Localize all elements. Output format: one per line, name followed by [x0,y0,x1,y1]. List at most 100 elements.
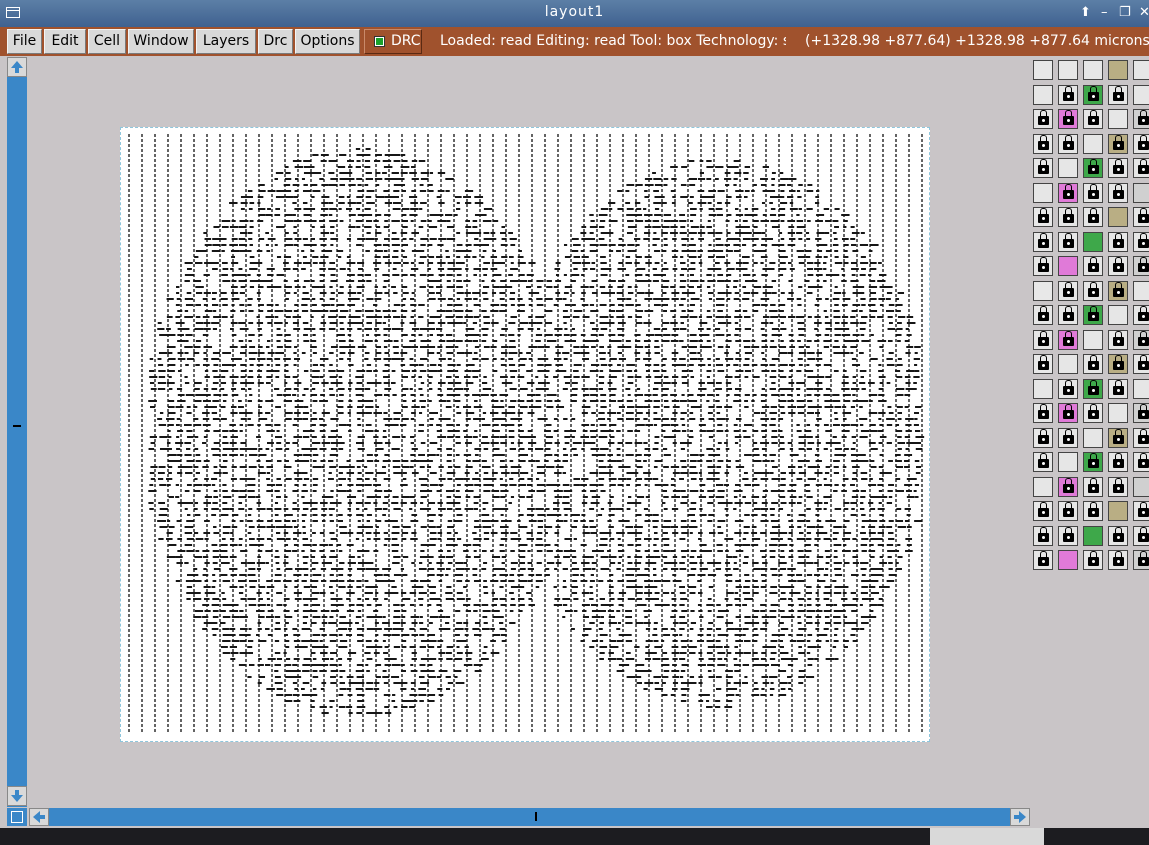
layer-swatch[interactable] [1058,550,1078,570]
layer-swatch[interactable] [1033,133,1053,154]
layer-swatch[interactable] [1083,231,1103,252]
layer-swatch[interactable] [1108,427,1128,448]
layer-swatch[interactable] [1033,501,1053,521]
layer-swatch[interactable] [1083,256,1103,276]
layer-swatch[interactable] [1033,354,1053,374]
layer-swatch[interactable] [1033,427,1053,448]
layer-swatch[interactable] [1108,133,1128,154]
layer-swatch[interactable] [1083,158,1103,178]
layer-swatch[interactable] [1033,207,1053,227]
raise-icon[interactable]: ⬆ [1080,4,1091,22]
layer-swatch[interactable] [1108,207,1128,227]
layer-swatch[interactable] [1033,378,1053,399]
layer-swatch[interactable] [1083,182,1103,203]
layer-swatch[interactable] [1133,207,1149,227]
layer-swatch[interactable] [1058,231,1078,252]
layer-swatch[interactable] [1083,427,1103,448]
layer-swatch[interactable] [1108,231,1128,252]
layer-swatch[interactable] [1133,182,1149,203]
arrow-down-icon[interactable] [7,786,27,806]
layer-swatch[interactable] [1083,84,1103,105]
layout-canvas[interactable] [29,57,1030,807]
layer-swatch[interactable] [1033,329,1053,350]
layer-swatch[interactable] [1058,525,1078,546]
menu-file[interactable]: File [7,29,42,54]
layer-swatch[interactable] [1058,501,1078,521]
layer-swatch[interactable] [1058,476,1078,497]
layer-swatch[interactable] [1133,452,1149,472]
menu-edit[interactable]: Edit [44,29,86,54]
horizontal-scrollbar[interactable] [29,808,1030,826]
layer-swatch[interactable] [1058,256,1078,276]
layer-swatch[interactable] [1058,378,1078,399]
layer-swatch[interactable] [1033,182,1053,203]
layer-swatch[interactable] [1083,133,1103,154]
layer-swatch[interactable] [1083,476,1103,497]
layer-swatch[interactable] [1033,476,1053,497]
layer-swatch[interactable] [1108,305,1128,325]
layer-swatch[interactable] [1108,329,1128,350]
layer-swatch[interactable] [1108,403,1128,423]
layer-swatch[interactable] [1083,525,1103,546]
layer-swatch[interactable] [1108,378,1128,399]
layer-swatch[interactable] [1108,354,1128,374]
taskbar-pane[interactable] [930,828,1044,845]
layer-swatch[interactable] [1058,427,1078,448]
layer-swatch[interactable] [1108,60,1128,80]
layer-swatch[interactable] [1108,109,1128,129]
layer-swatch[interactable] [1058,133,1078,154]
layer-swatch[interactable] [1058,329,1078,350]
layer-swatch[interactable] [1033,525,1053,546]
layer-swatch[interactable] [1083,329,1103,350]
layer-swatch[interactable] [1033,403,1053,423]
layer-swatch[interactable] [1133,525,1149,546]
layer-swatch[interactable] [1058,84,1078,105]
arrow-right-icon[interactable] [1010,808,1030,826]
layer-swatch[interactable] [1108,525,1128,546]
maximize-icon[interactable]: ❐ [1119,4,1131,22]
layer-swatch[interactable] [1058,354,1078,374]
minimize-icon[interactable]: – [1101,4,1108,22]
layer-swatch[interactable] [1133,84,1149,105]
layer-swatch[interactable] [1058,182,1078,203]
layer-swatch[interactable] [1108,550,1128,570]
layer-swatch[interactable] [1033,305,1053,325]
menu-cell[interactable]: Cell [88,29,126,54]
layer-swatch[interactable] [1083,403,1103,423]
layer-swatch[interactable] [1033,109,1053,129]
horizontal-scroll-thumb[interactable] [535,812,537,821]
layer-swatch[interactable] [1083,378,1103,399]
layer-swatch[interactable] [1033,550,1053,570]
layer-swatch[interactable] [1133,109,1149,129]
layer-swatch[interactable] [1133,280,1149,301]
layer-swatch[interactable] [1133,501,1149,521]
close-icon[interactable]: ✕ [1139,4,1149,22]
layer-swatch[interactable] [1033,60,1053,80]
layer-swatch[interactable] [1083,207,1103,227]
layer-swatch[interactable] [1058,207,1078,227]
layer-swatch[interactable] [1033,256,1053,276]
layer-swatch[interactable] [1108,452,1128,472]
vertical-scroll-thumb[interactable] [13,425,21,427]
vertical-scrollbar[interactable] [7,57,27,807]
layer-swatch[interactable] [1108,256,1128,276]
layer-swatch[interactable] [1108,182,1128,203]
layer-swatch[interactable] [1058,60,1078,80]
layer-swatch[interactable] [1133,550,1149,570]
menu-drc[interactable]: Drc [258,29,293,54]
layer-swatch[interactable] [1108,280,1128,301]
arrow-up-icon[interactable] [7,57,27,77]
layer-swatch[interactable] [1133,403,1149,423]
layer-swatch[interactable] [1133,329,1149,350]
layer-swatch[interactable] [1133,231,1149,252]
layer-swatch[interactable] [1083,109,1103,129]
layer-swatch[interactable] [1033,158,1053,178]
layer-swatch[interactable] [1133,378,1149,399]
layer-swatch[interactable] [1058,305,1078,325]
layer-swatch[interactable] [1083,550,1103,570]
layer-swatch[interactable] [1133,133,1149,154]
drc-checkbox[interactable] [374,36,385,47]
layer-swatch[interactable] [1058,109,1078,129]
layer-swatch[interactable] [1108,84,1128,105]
layer-swatch[interactable] [1033,84,1053,105]
